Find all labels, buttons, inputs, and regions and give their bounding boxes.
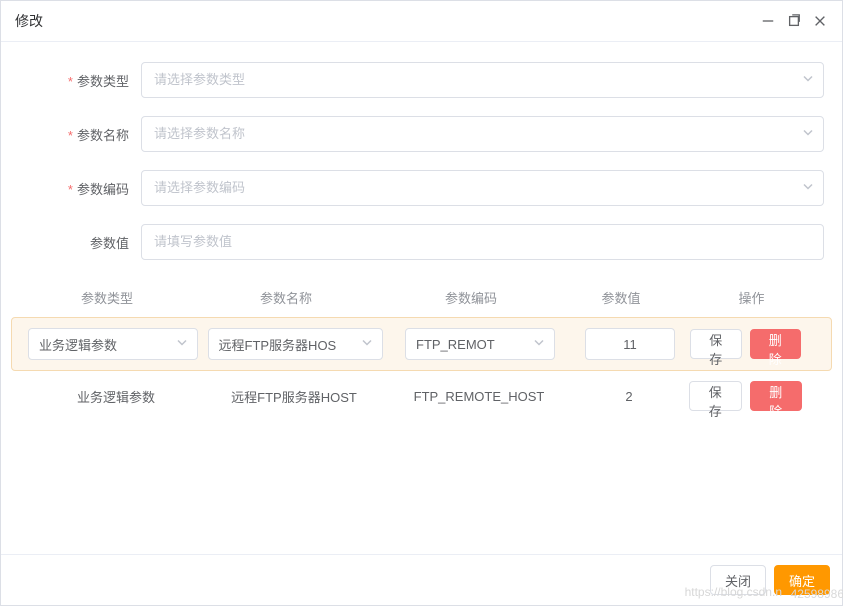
input-param-value[interactable] [141,224,824,260]
label-param-value: 参数值 [11,233,141,252]
label-param-code: 参数编码 [11,179,141,198]
edit-dialog: 修改 参数类型 参数名称 [0,0,843,606]
select-param-code-wrap [141,170,824,206]
dialog-header: 修改 [1,1,842,42]
close-icon[interactable] [812,13,828,29]
dialog-title: 修改 [15,11,43,31]
row-name-text: 远程FTP服务器HOST [231,387,357,406]
row-select-code[interactable] [405,328,555,360]
label-param-name: 参数名称 [11,125,141,144]
close-button[interactable]: 关闭 [710,565,766,595]
cell-name: 远程FTP服务器HOST [199,387,389,406]
th-actions: 操作 [681,288,832,307]
cell-actions: 保存 删除 [689,381,824,411]
cell-value [570,328,690,360]
row-select-name[interactable] [208,328,383,360]
select-param-type[interactable] [141,62,824,98]
row-select-type[interactable] [28,328,198,360]
select-param-name[interactable] [141,116,824,152]
row-code-text: FTP_REMOTE_HOST [414,389,545,404]
delete-button[interactable]: 删除 [750,329,802,359]
cell-code [390,328,570,360]
form-row-param-type: 参数类型 [11,62,832,98]
delete-button[interactable]: 删除 [750,381,803,411]
maximize-icon[interactable] [786,13,802,29]
th-type: 参数类型 [11,288,191,307]
label-param-type: 参数类型 [11,71,141,90]
form-row-param-code: 参数编码 [11,170,832,206]
cell-type [20,328,200,360]
row-type-text: 业务逻辑参数 [27,387,155,406]
save-button[interactable]: 保存 [689,381,742,411]
dialog-footer: https://blog.csdn.n 关闭 确定 42598986 [1,554,842,605]
params-table: 参数类型 参数名称 参数编码 参数值 操作 [11,278,832,421]
th-value: 参数值 [561,288,681,307]
window-controls [760,13,828,29]
cell-type: 业务逻辑参数 [19,387,199,406]
dialog-body: 参数类型 参数名称 参数编码 [1,42,842,554]
cell-value: 2 [569,389,689,404]
form-row-param-name: 参数名称 [11,116,832,152]
select-param-code[interactable] [141,170,824,206]
row-value-text: 2 [625,389,632,404]
table-header: 参数类型 参数名称 参数编码 参数值 操作 [11,278,832,317]
cell-code: FTP_REMOTE_HOST [389,389,569,404]
th-code: 参数编码 [381,288,561,307]
form-row-param-value: 参数值 [11,224,832,260]
th-name: 参数名称 [191,288,381,307]
row-input-value[interactable] [585,328,675,360]
save-button[interactable]: 保存 [690,329,742,359]
cell-name [200,328,390,360]
input-param-value-wrap [141,224,824,260]
table-row: 保存 删除 [11,317,832,371]
cell-actions: 保存 删除 [690,329,823,359]
minimize-icon[interactable] [760,13,776,29]
select-param-name-wrap [141,116,824,152]
select-param-type-wrap [141,62,824,98]
confirm-button[interactable]: 确定 [774,565,830,595]
table-row: 业务逻辑参数 远程FTP服务器HOST FTP_REMOTE_HOST 2 保存… [11,371,832,421]
